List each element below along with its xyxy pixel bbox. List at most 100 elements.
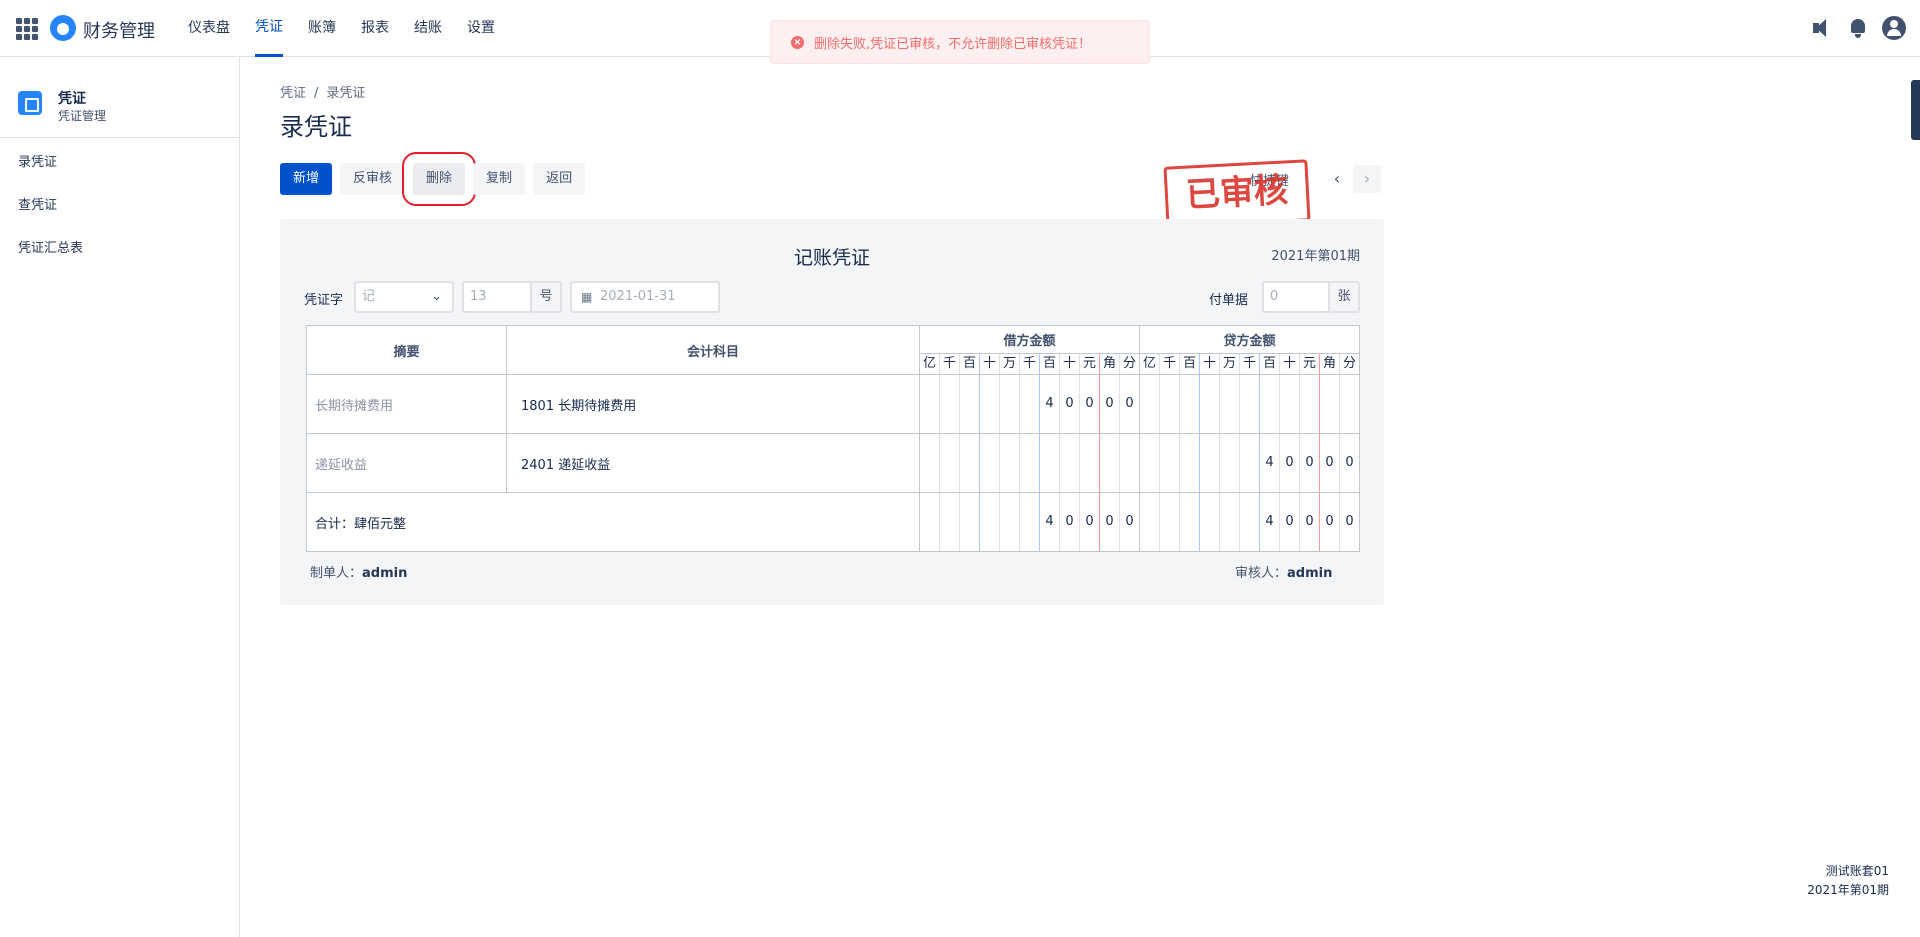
app-switcher-icon[interactable] [16,18,38,40]
digit-unit-label: 千 [1240,354,1260,374]
table-row[interactable]: 递延收益 2401 递延收益 40000 [306,433,1360,493]
amount-digit [1180,493,1200,551]
sidebar-header: 凭证 凭证管理 [0,57,239,138]
amount-digit [1160,493,1180,551]
digit-unit-label: 百 [1260,354,1280,374]
amount-digit [980,434,1000,492]
toast-message: 删除失败,凭证已审核，不允许删除已审核凭证！ [814,36,1092,52]
amount-digit [1040,434,1060,492]
amount-digit [920,493,940,551]
attach-label: 付单据 [1209,293,1249,308]
amount-digit [940,434,960,492]
voucher-period: 2021年第01期 [1271,249,1360,264]
amount-digit: 0 [1320,434,1340,492]
side-drawer-handle[interactable] [1911,80,1920,140]
bell-icon[interactable] [1846,16,1870,40]
sidebar-item-enter-voucher[interactable]: 录凭证 [0,141,239,184]
nav-closing[interactable]: 结账 [414,0,442,57]
amount-digit [1200,375,1220,433]
sidebar: 凭证 凭证管理 录凭证 查凭证 凭证汇总表 [0,57,240,937]
chevron-down-icon: ⌄ [431,289,442,304]
voucher-word-value: 记 [362,289,376,304]
sidebar-item-voucher-summary[interactable]: 凭证汇总表 [0,227,239,270]
amount-digit [1000,493,1020,551]
amount-digit [1280,375,1300,433]
debit-header: 借方金额 [919,325,1140,354]
amount-digit [1200,434,1220,492]
digit-unit-label: 百 [960,354,980,374]
voucher-toolbar: 新增 反审核 删除 复制 返回 [280,152,586,206]
table-row[interactable]: 长期待摊费用 1801 长期待摊费用 40000 [306,374,1360,434]
amount-digit [1160,434,1180,492]
amount-digit [1240,493,1260,551]
copy-button[interactable]: 复制 [473,163,526,195]
amount-digit: 0 [1280,434,1300,492]
amount-digit [1260,375,1280,433]
row-credit[interactable]: 40000 [1139,433,1360,493]
voucher-number-input[interactable]: 13 [462,281,532,313]
amount-digit: 0 [1345,514,1354,529]
digit-unit-label: 千 [940,354,960,374]
amount-digit [960,375,980,433]
digit-unit-label: 角 [1100,354,1120,374]
amount-digit: 4 [1040,493,1060,551]
nav-voucher[interactable]: 凭证 [255,0,283,57]
nav-ledger[interactable]: 账簿 [308,0,336,57]
voucher-panel: 记账凭证 2021年第01期 凭证字 记 ⌄ 13 号 ▦ 2021-01-31… [280,219,1384,605]
digit-unit-label: 亿 [920,354,940,374]
amount-digit [1180,375,1200,433]
row-summary[interactable]: 递延收益 [306,433,507,493]
amount-digit [960,434,980,492]
amount-digit [1340,375,1359,433]
row-account[interactable]: 1801 长期待摊费用 [506,374,920,434]
sidebar-item-query-voucher[interactable]: 查凭证 [0,184,239,227]
account-header: 会计科目 [506,325,920,375]
footer-info: 测试账套01 2021年第01期 [1807,862,1889,900]
total-row: 合计：肆佰元整 40000 40000 [306,492,1360,552]
app-title: 财务管理 [83,21,155,42]
amount-digit [1240,434,1260,492]
attach-suffix: 张 [1328,281,1360,313]
user-avatar-icon[interactable] [1882,16,1906,40]
row-debit[interactable] [919,433,1140,493]
voucher-module-icon [18,91,42,115]
summary-header: 摘要 [306,325,507,375]
row-account[interactable]: 2401 递延收益 [506,433,920,493]
row-debit[interactable]: 40000 [919,374,1140,434]
breadcrumb-root[interactable]: 凭证 [280,86,306,101]
amount-digit [1140,375,1160,433]
delete-button[interactable]: 删除 [402,152,477,206]
digit-unit-label: 分 [1342,356,1356,371]
voucher-number-suffix: 号 [530,281,562,313]
amount-digit [1060,434,1080,492]
digit-unit-label: 百 [1040,354,1060,374]
amount-digit [920,375,940,433]
maker-value: admin [362,566,408,581]
unaudit-button[interactable]: 反审核 [340,163,406,195]
digit-unit-label: 十 [980,354,1000,374]
digit-unit-label: 元 [1300,354,1320,374]
amount-digit [1000,375,1020,433]
digit-unit-label: 十 [1060,354,1080,374]
total-label: 合计：肆佰元整 [306,492,920,552]
digit-unit-label: 千 [1160,354,1180,374]
amount-digit [1160,375,1180,433]
nav-dashboard[interactable]: 仪表盘 [188,0,230,57]
next-voucher-button[interactable]: › [1353,165,1381,193]
voucher-word-select[interactable]: 记 ⌄ [354,281,454,313]
prev-voucher-button[interactable]: ‹ [1323,165,1351,193]
voucher-date-input[interactable]: ▦ 2021-01-31 [570,281,720,313]
nav-settings[interactable]: 设置 [467,0,495,57]
attach-count-input[interactable]: 0 [1262,281,1330,313]
back-button[interactable]: 返回 [533,163,586,195]
amount-digit [1220,375,1240,433]
row-credit[interactable] [1139,374,1360,434]
app-logo [50,15,76,41]
amount-digit: 0 [1080,375,1100,433]
speaker-icon[interactable] [1810,16,1834,40]
row-summary[interactable]: 长期待摊费用 [306,374,507,434]
amount-digit: 4 [1040,375,1060,433]
debit-units: 亿千百十万千百十元角分 [919,353,1140,375]
nav-reports[interactable]: 报表 [361,0,389,57]
add-button[interactable]: 新增 [280,163,333,195]
